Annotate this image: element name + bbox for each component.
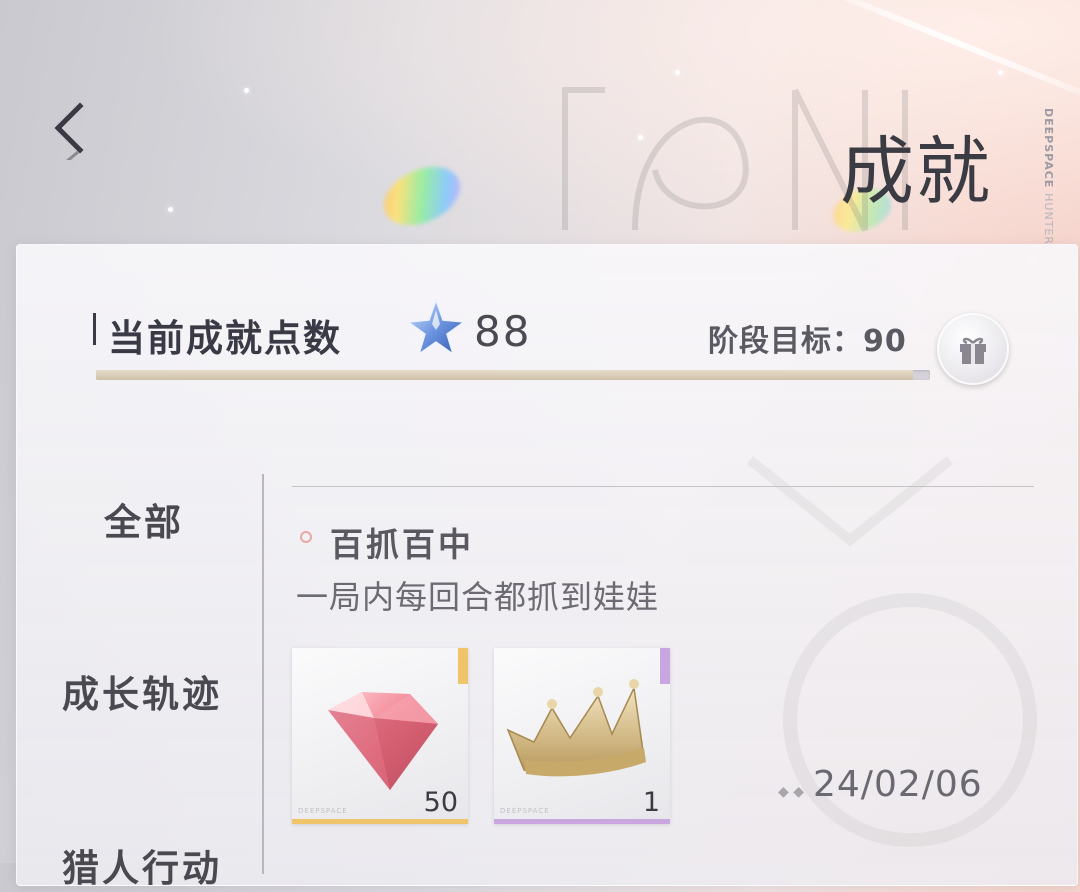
gift-icon bbox=[960, 337, 986, 364]
points-progress-bar bbox=[96, 370, 930, 380]
brand-top: DEEPSPACE bbox=[1042, 108, 1055, 189]
achievement-title: 百抓百中 bbox=[330, 525, 474, 564]
label-marker bbox=[93, 313, 96, 345]
rarity-badge bbox=[458, 648, 468, 684]
rarity-bar bbox=[494, 819, 670, 824]
list-divider bbox=[292, 486, 1034, 487]
item-brand: DEEPSPACE bbox=[500, 807, 550, 815]
item-brand: DEEPSPACE bbox=[298, 807, 348, 815]
date-marker-icon: ◆ ◆ bbox=[778, 784, 804, 800]
reward-item-diamond[interactable]: DEEPSPACE 50 bbox=[292, 648, 468, 824]
sidebar-divider bbox=[262, 474, 264, 874]
sparkle bbox=[168, 207, 173, 212]
sidebar-item-growth[interactable]: 成长轨迹 bbox=[62, 664, 222, 718]
brand-logo: DEEPSPACE HUNTERS bbox=[1042, 108, 1055, 253]
rarity-badge bbox=[660, 648, 670, 684]
progress-fill bbox=[96, 370, 914, 380]
chevron-left-icon bbox=[54, 102, 84, 164]
star-icon bbox=[405, 297, 467, 356]
rarity-bar bbox=[292, 819, 468, 824]
reward-count: 1 bbox=[642, 787, 660, 818]
achievement-description: 一局内每回合都抓到娃娃 bbox=[296, 578, 660, 616]
stage-goal: 阶段目标：90 bbox=[708, 324, 907, 359]
sparkle bbox=[244, 88, 249, 93]
sparkle bbox=[998, 70, 1003, 75]
page-title: 成就 bbox=[840, 129, 992, 215]
reward-gift-button[interactable] bbox=[937, 313, 1009, 385]
sidebar-item-all[interactable]: 全部 bbox=[104, 492, 184, 546]
back-button[interactable] bbox=[48, 100, 92, 164]
sidebar-item-hunter-action[interactable]: 猎人行动 bbox=[62, 838, 222, 892]
reward-item-crown[interactable]: DEEPSPACE 1 bbox=[494, 648, 670, 824]
reward-count: 50 bbox=[423, 787, 458, 818]
points-label: 当前成就点数 bbox=[108, 317, 342, 360]
status-dot-icon bbox=[300, 531, 312, 543]
completion-date: 24/02/06 bbox=[813, 764, 983, 805]
points-value: 88 bbox=[474, 307, 532, 356]
